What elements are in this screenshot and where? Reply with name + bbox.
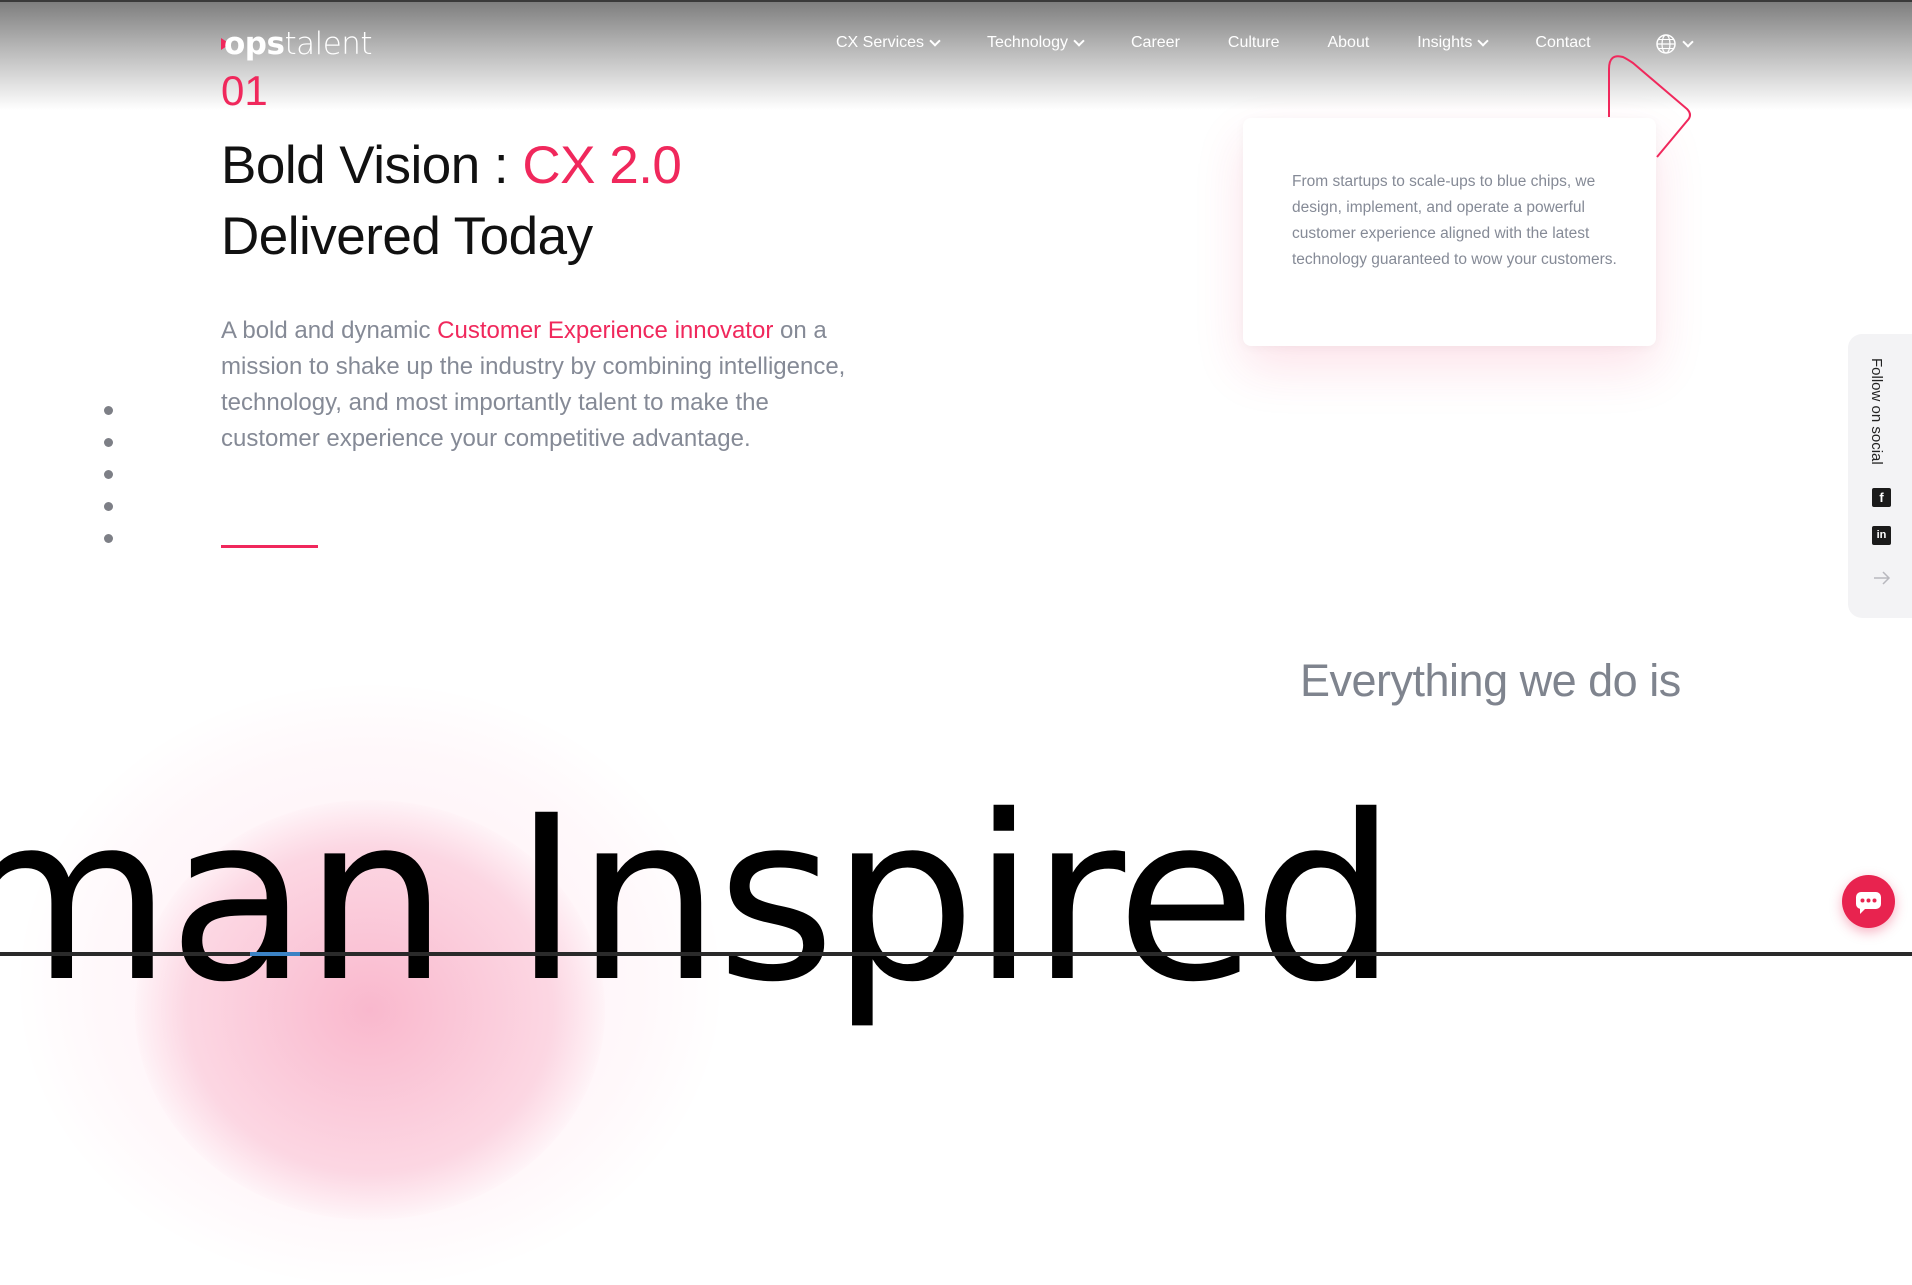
nav-label: CX Services: [836, 34, 925, 51]
chevron-down-icon: [1073, 34, 1085, 47]
headline-accent: CX 2.0: [522, 136, 682, 195]
nav-item-career[interactable]: Career: [1131, 34, 1180, 52]
nav-item-contact[interactable]: Contact: [1535, 34, 1590, 52]
nav-label: Technology: [987, 34, 1068, 51]
logo-text: opstalent: [224, 26, 373, 62]
play-arrow-icon: [1608, 55, 1691, 158]
nav-item-insights[interactable]: Insights: [1417, 34, 1490, 52]
nav-label: Insights: [1417, 34, 1473, 51]
social-sidebar: Follow on social f in: [1848, 334, 1912, 618]
nav-label: Culture: [1227, 34, 1280, 51]
facebook-icon[interactable]: f: [1872, 488, 1891, 507]
headline-line2: Delivered Today: [221, 207, 593, 266]
slide-counter: 01: [221, 67, 268, 114]
nav-label: About: [1327, 34, 1370, 51]
globe-icon: [1656, 34, 1676, 54]
intro-card: From startups to scale-ups to blue chips…: [1243, 118, 1656, 346]
chat-button[interactable]: [1842, 875, 1895, 928]
nav-item-cx-services[interactable]: CX Services: [836, 34, 941, 52]
slider-dot[interactable]: [104, 470, 113, 479]
linkedin-icon[interactable]: in: [1872, 526, 1891, 545]
nav-item-culture[interactable]: Culture: [1228, 34, 1280, 52]
taskbar-accent: [250, 952, 300, 956]
logo-prefix: ops: [224, 26, 285, 62]
slider-dot[interactable]: [104, 502, 113, 511]
hero-intro: A bold and dynamic Customer Experience i…: [221, 313, 861, 457]
nav-item-about[interactable]: About: [1327, 34, 1369, 52]
slider-dot[interactable]: [104, 406, 113, 415]
main-nav: CX Services Technology Career Culture Ab…: [836, 34, 1591, 52]
section-heading: Everything we do is: [1300, 655, 1681, 706]
logo-suffix: talent: [284, 26, 373, 62]
intro-before: A bold and dynamic: [221, 317, 438, 344]
slider-dot[interactable]: [104, 438, 113, 447]
nav-item-technology[interactable]: Technology: [987, 34, 1085, 52]
chevron-down-icon: [1477, 34, 1490, 47]
hero-headline: Bold Vision : CX 2.0 Delivered Today: [221, 130, 682, 272]
intro-accent: Customer Experience innovator: [437, 317, 774, 344]
opstalent-logo[interactable]: opstalent: [221, 26, 373, 62]
chevron-down-icon: [929, 34, 941, 47]
slider-dots: [104, 406, 113, 566]
nav-label: Contact: [1535, 34, 1591, 51]
headline-part1: Bold Vision :: [221, 136, 523, 195]
chevron-down-icon: [1682, 35, 1694, 48]
social-label: Follow on social: [1868, 358, 1885, 465]
nav-label: Career: [1130, 34, 1180, 51]
accent-underline: [221, 545, 318, 548]
slider-dot[interactable]: [104, 534, 113, 543]
language-selector[interactable]: [1655, 33, 1694, 55]
marquee-text: man Inspired: [0, 766, 1397, 1032]
arrow-right-icon[interactable]: [1870, 566, 1894, 590]
card-text: From startups to scale-ups to blue chips…: [1292, 173, 1617, 268]
chat-icon: [1856, 892, 1881, 914]
